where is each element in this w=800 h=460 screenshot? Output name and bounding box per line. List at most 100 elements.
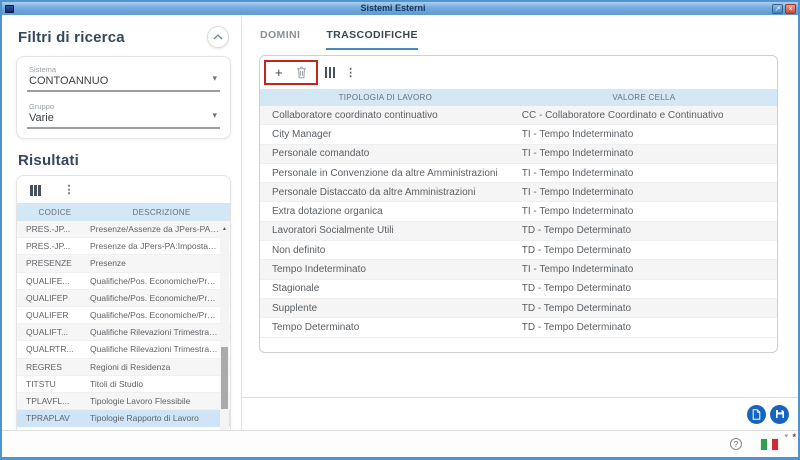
table-row[interactable]: QUALIFEP Qualifiche/Pos. Economiche/Profi… [17,289,230,307]
table-row[interactable]: QUALIFE... Qualifiche/Pos. Economiche/Pro… [17,273,230,290]
cell-valore: TI - Tempo Indeterminato [521,148,634,160]
cell-codice: QUALRTR... [26,344,74,355]
close-window-button[interactable]: × [785,3,796,14]
cell-tipologia: Stagionale [272,283,320,295]
results-toolbar: ⋮ [17,176,230,203]
more-options-icon[interactable]: ⋮ [345,67,356,79]
cell-valore: TI - Tempo Indeterminato [521,264,634,276]
tab-trascodifiche[interactable]: TRASCODIFICHE [326,29,418,50]
collapse-filters-button[interactable] [207,26,229,48]
table-row[interactable]: Personale comandato TI - Tempo Indetermin… [260,144,777,164]
results-card: ⋮ CODICE DESCRIZIONE PRES.-JP... Presenze… [16,175,231,439]
cell-codice: QUALIFER [26,310,69,321]
cell-tipologia: Lavoratori Socialmente Utili [272,225,394,237]
table-row[interactable]: QUALIFT... Qualifiche Rilevazioni Trimest… [17,324,230,342]
cell-descrizione: Tipologie Rapporto di Lavoro [90,413,199,424]
cell-valore: TD - Tempo Determinato [521,244,632,256]
table-row[interactable]: TITSTU Titoli di Studio [17,376,230,393]
cell-codice: QUALIFEP [26,292,69,303]
table-row[interactable]: Supplente TD - Tempo Determinato [260,298,777,319]
titlebar: Sistemi Esterni ↗ × [2,2,798,15]
cell-descrizione: Titoli di Studio [90,378,144,389]
sidebar: Filtri di ricerca Sistema CONTOANNUO ▾ G… [2,15,242,439]
table-row[interactable]: REGRES Regioni di Residenza [17,358,230,376]
cell-descrizione: Presenze/Assenze da JPers-PA: Dovut... [90,224,230,235]
table-row[interactable]: PRES.-JP... Presenze da JPers-PA:Impostaz… [17,238,230,256]
table-row[interactable]: Non definito TD - Tempo Determinato [260,241,777,261]
delete-row-icon[interactable] [296,66,307,79]
table-row[interactable]: PRES.-JP... Presenze/Assenze da JPers-PA:… [17,221,230,239]
cell-tipologia: Personale in Convenzione da altre Ammini… [272,167,498,179]
save-button[interactable] [770,404,789,424]
column-header-valore[interactable]: VALORE CELLA [511,93,777,102]
cell-descrizione: Regioni di Residenza [90,361,171,372]
scrollbar-thumb[interactable] [221,346,228,410]
add-row-button[interactable]: + [275,66,283,79]
cell-valore: TD - Tempo Determinato [521,302,632,314]
columns-icon[interactable] [30,184,41,196]
column-header-descrizione[interactable]: DESCRIZIONE [93,208,230,217]
table-row[interactable]: Tempo Indeterminato TI - Tempo Indetermin… [260,260,777,280]
app-window: Sistemi Esterni ↗ × Filtri di ricerca Si… [0,0,800,460]
cell-descrizione: Qualifiche/Pos. Economiche/Profilo p... [90,292,230,303]
columns-icon[interactable] [324,67,336,78]
cell-tipologia: Extra dotazione organica [272,206,383,218]
results-scrollbar[interactable]: ▲ ▼ [220,225,229,437]
table-row[interactable]: Tempo Determinato TD - Tempo Determinato [260,318,777,338]
main-action-bar [242,397,798,430]
sistema-select[interactable]: Sistema CONTOANNUO ▾ [27,64,220,92]
main-panel: DOMINI TRASCODIFICHE + ⋮ TIPOLOGIA DI LA… [242,15,798,430]
table-row[interactable]: Extra dotazione organica TI - Tempo Indet… [260,202,777,222]
table-row[interactable]: City Manager TI - Tempo Indeterminato [260,125,777,145]
table-row[interactable]: TPLAVFL... Tipologie Lavoro Flessibile [17,392,230,411]
column-header-tipologia[interactable]: TIPOLOGIA DI LAVORO [260,93,511,102]
trascodifiche-card: + ⋮ TIPOLOGIA DI LAVORO VALORE CELLA Col… [259,55,778,353]
table-row[interactable]: PRESENZE Presenze [17,255,230,273]
table-row[interactable]: Personale in Convenzione da altre Ammini… [260,164,777,184]
export-document-button[interactable] [747,404,766,424]
scroll-up-icon[interactable]: ▲ [222,225,227,233]
more-options-icon[interactable]: ⋮ [64,184,75,196]
results-title: Risultati [18,152,79,169]
table-row[interactable]: Personale Distaccato da altre Amministra… [260,183,777,203]
results-table-header: CODICE DESCRIZIONE [17,203,230,221]
italian-flag-icon [761,438,779,450]
cell-descrizione: Qualifiche/Pos. Economiche/Profilo p... [90,275,230,286]
table-row[interactable]: QUALRTR... Qualifiche Rilevazioni Trimest… [17,341,230,359]
annotation-highlight-box: + [264,60,318,85]
gruppo-select[interactable]: Gruppo Varie ▾ [27,101,220,129]
help-icon[interactable]: ? [730,438,742,450]
cell-descrizione: Qualifiche Rilevazioni Trimestrali per E… [90,327,230,338]
caret-down-icon: ▾ [212,73,217,83]
cell-codice: TPLAVFL... [26,395,70,406]
table-row[interactable]: Stagionale TD - Tempo Determinato [260,280,777,299]
cell-descrizione: Qualifiche/Pos. Economiche/Profilo p... [90,310,230,321]
table-row[interactable]: QUALIFER Qualifiche/Pos. Economiche/Profi… [17,307,230,325]
cell-valore: TI - Tempo Indeterminato [521,206,634,218]
scrollbar-track[interactable] [220,233,229,429]
main-table-body: Collaboratore coordinato continuativo CC … [260,106,777,338]
filter-card: Sistema CONTOANNUO ▾ Gruppo Varie ▾ [16,56,231,139]
cell-codice: PRES.-JP... [26,241,71,252]
main-toolbar: + ⋮ [260,56,777,89]
table-row[interactable]: Lavoratori Socialmente Utili TD - Tempo D… [260,221,777,242]
caret-down-icon: ▾ [212,110,217,120]
language-selector[interactable]: ▾ [761,433,788,450]
sistema-label: Sistema [29,65,57,74]
table-row[interactable]: Collaboratore coordinato continuativo CC … [260,106,777,126]
cell-valore: TD - Tempo Determinato [521,225,632,237]
gruppo-value: Varie [29,112,54,124]
cell-codice: PRES.-JP... [26,224,71,235]
cell-tipologia: Personale comandato [272,148,370,160]
caret-down-icon: ▾ [784,432,788,440]
cell-valore: TI - Tempo Indeterminato [521,186,634,198]
cell-tipologia: City Manager [272,128,332,140]
restore-window-button[interactable]: ↗ [772,3,783,14]
cell-tipologia: Tempo Indeterminato [272,264,366,276]
column-header-codice[interactable]: CODICE [17,208,93,217]
cell-valore: CC - Collaboratore Coordinato e Continua… [521,109,724,121]
cell-descrizione: Tipologie Lavoro Flessibile [90,395,191,406]
cell-codice: REGRES [26,361,62,372]
tab-domini[interactable]: DOMINI [260,29,300,50]
table-row-selected[interactable]: TPRAPLAV Tipologie Rapporto di Lavoro [17,410,230,428]
